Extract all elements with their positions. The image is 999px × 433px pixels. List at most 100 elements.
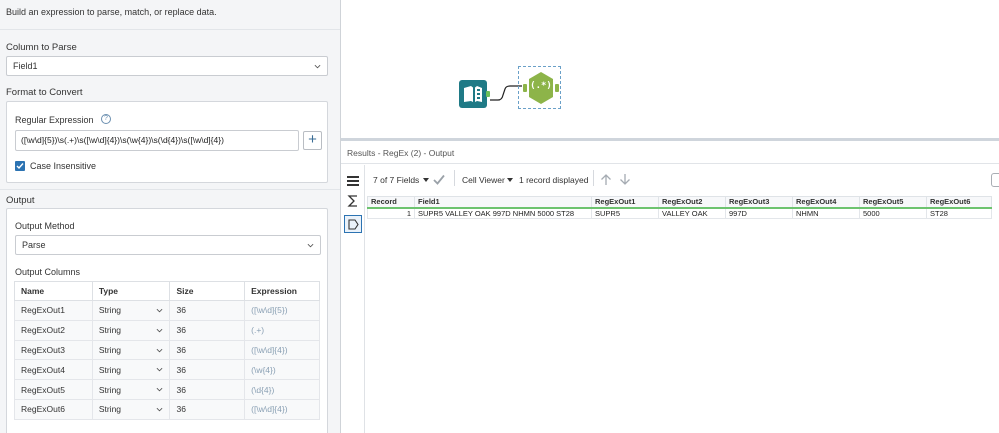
- grid-header[interactable]: Record: [367, 196, 415, 209]
- type-value: String: [98, 344, 122, 355]
- chevron-down-icon: [157, 388, 163, 392]
- arrow-down-icon[interactable]: [619, 173, 631, 186]
- add-expression-button[interactable]: +: [303, 131, 322, 150]
- expression-cell: ([\w\d]{5}): [244, 300, 320, 321]
- output-columns-table: Name Type Size Expression RegExOut1 Stri…: [14, 281, 320, 420]
- column-header: Expression: [244, 281, 320, 301]
- output-columns-label: Output Columns: [15, 267, 81, 277]
- type-value: String: [98, 305, 122, 316]
- name-cell[interactable]: RegExOut1: [14, 300, 93, 321]
- table-view-icon[interactable]: [347, 175, 359, 187]
- grid-header[interactable]: RegExOut2: [658, 196, 726, 209]
- regex-tool-selection[interactable]: (.*): [518, 66, 561, 109]
- output-method-label: Output Method: [15, 221, 75, 231]
- regex-tool-glyph: (.*): [530, 81, 552, 91]
- search-button[interactable]: [991, 173, 999, 187]
- checkmark-icon: [16, 163, 24, 170]
- toolbar-separator: [454, 170, 455, 186]
- type-cell[interactable]: String: [91, 300, 171, 321]
- chevron-down-icon: [157, 308, 163, 313]
- connector-line[interactable]: [486, 80, 522, 108]
- output-method-value: Parse: [22, 240, 46, 250]
- grid-cell[interactable]: NHMN: [792, 207, 860, 219]
- name-cell[interactable]: RegExOut2: [14, 319, 93, 341]
- name-cell[interactable]: RegExOut3: [14, 339, 93, 361]
- grid-header[interactable]: RegExOut3: [725, 196, 793, 209]
- expression-cell: (\w{4}): [244, 359, 320, 381]
- type-value: String: [98, 325, 122, 336]
- regex-label: Regular Expression: [15, 115, 94, 125]
- tool-description: Build an expression to parse, match, or …: [6, 7, 217, 17]
- grid-header[interactable]: RegExOut5: [859, 196, 927, 209]
- grid-cell[interactable]: VALLEY OAK: [658, 207, 726, 219]
- column-to-parse-select[interactable]: Field1: [6, 56, 328, 76]
- type-value: String: [98, 384, 122, 395]
- table-row: RegExOut1 String 36 ([\w\d]{5}): [14, 300, 320, 321]
- table-row: 1 SUPR5 VALLEY OAK 997D NHMN 5000 ST28 S…: [367, 207, 992, 219]
- grid-header[interactable]: Field1: [414, 196, 592, 209]
- output-method-select[interactable]: Parse: [15, 235, 321, 255]
- name-cell[interactable]: RegExOut6: [14, 398, 93, 420]
- chevron-down-icon: [307, 243, 314, 248]
- divider: [0, 189, 340, 190]
- checkmark-icon[interactable]: [433, 174, 445, 185]
- grid-cell[interactable]: SUPR5 VALLEY OAK 997D NHMN 5000 ST28: [414, 207, 592, 219]
- type-value: String: [98, 404, 122, 415]
- grid-cell[interactable]: 997D: [725, 207, 793, 219]
- format-to-convert-title: Format to Convert: [6, 87, 83, 98]
- results-title: Results - RegEx (2) - Output: [347, 148, 455, 158]
- help-icon[interactable]: ?: [101, 114, 111, 124]
- grid-cell[interactable]: ST28: [926, 207, 992, 219]
- output-title: Output: [6, 195, 35, 206]
- column-to-parse-title: Column to Parse: [6, 42, 77, 53]
- size-cell[interactable]: 36: [169, 339, 246, 361]
- workflow-canvas[interactable]: (.*): [341, 0, 999, 138]
- name-cell[interactable]: RegExOut4: [14, 359, 93, 381]
- record-number-cell[interactable]: 1: [367, 207, 415, 219]
- name-cell[interactable]: RegExOut5: [14, 379, 93, 400]
- table-row: RegExOut2 String 36 (.+): [14, 319, 320, 341]
- table-row: RegExOut4 String 36 (\w{4}): [14, 359, 320, 381]
- table-row: RegExOut3 String 36 ([\w\d]{4}): [14, 339, 320, 361]
- toolbar-separator: [593, 170, 594, 186]
- column-header: Type: [91, 281, 171, 301]
- grid-header[interactable]: RegExOut4: [792, 196, 860, 209]
- type-cell[interactable]: String: [91, 379, 171, 400]
- grid-header[interactable]: RegExOut6: [926, 196, 992, 209]
- results-window: Results - RegEx (2) - Output 7 of 7 Fiel…: [341, 141, 999, 433]
- arrow-up-icon[interactable]: [600, 173, 612, 186]
- expression-cell: ([\w\d]{4}): [244, 398, 320, 420]
- caret-down-icon[interactable]: [423, 178, 429, 182]
- size-cell[interactable]: 36: [169, 359, 246, 381]
- size-cell[interactable]: 36: [169, 319, 246, 341]
- caret-down-icon[interactable]: [507, 178, 513, 182]
- column-header: Name: [14, 281, 93, 301]
- grid-cell[interactable]: 5000: [859, 207, 927, 219]
- regex-input[interactable]: ([\w\d]{5})\s(.+)\s([\w\d]{4})\s(\w{4})\…: [15, 130, 299, 151]
- expression-cell: (.+): [244, 319, 320, 341]
- type-cell[interactable]: String: [91, 339, 171, 361]
- grid-header[interactable]: RegExOut1: [591, 196, 659, 209]
- type-cell[interactable]: String: [91, 398, 171, 420]
- grid-cell[interactable]: SUPR5: [591, 207, 659, 219]
- size-cell[interactable]: 36: [169, 300, 246, 321]
- fields-selector[interactable]: 7 of 7 Fields: [373, 175, 419, 185]
- type-cell[interactable]: String: [91, 319, 171, 341]
- size-cell[interactable]: 36: [169, 398, 246, 420]
- column-header: Size: [169, 281, 246, 301]
- table-row: RegExOut5 String 36 (\d{4}): [14, 379, 320, 400]
- tag-view-button[interactable]: [344, 215, 362, 233]
- sum-icon[interactable]: [347, 195, 359, 207]
- chevron-down-icon: [314, 64, 321, 69]
- case-insensitive-checkbox[interactable]: [15, 161, 25, 171]
- tag-icon: [348, 219, 359, 230]
- results-sidebar: [341, 165, 365, 433]
- cell-viewer-selector[interactable]: Cell Viewer: [462, 175, 505, 185]
- chevron-down-icon: [157, 407, 163, 412]
- config-panel: Build an expression to parse, match, or …: [0, 0, 341, 433]
- records-displayed: 1 record displayed: [519, 175, 589, 185]
- type-cell[interactable]: String: [91, 359, 171, 381]
- expression-cell: ([\w\d]{4}): [244, 339, 320, 361]
- size-cell[interactable]: 36: [169, 379, 246, 400]
- input-data-tool-icon[interactable]: [459, 80, 487, 108]
